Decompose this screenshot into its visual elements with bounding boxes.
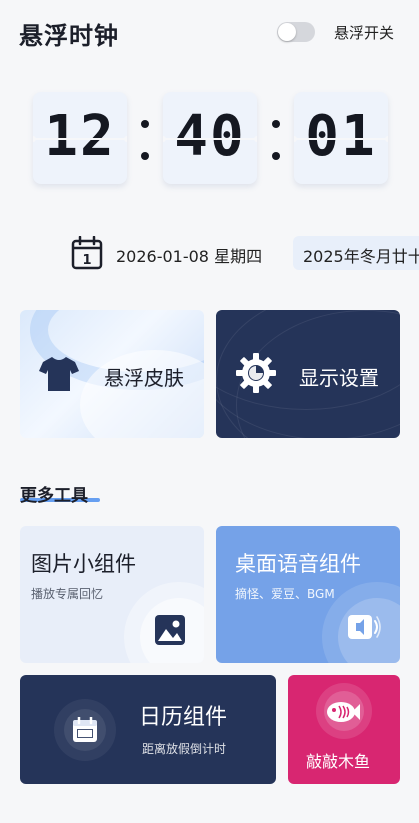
picture-widget-subtitle: 播放专属回忆 (31, 587, 104, 601)
calendar-widget-subtitle: 距离放假倒计时 (142, 742, 227, 756)
voice-widget-subtitle: 摘怪、爱豆、BGM (235, 587, 335, 601)
more-tools-title: 更多工具 (20, 486, 88, 506)
gregorian-date: 2026-01-08 星期四 (116, 247, 263, 266)
lunar-date: 2025年冬月廿十 (303, 247, 419, 266)
calendar-widget-title: 日历组件 (139, 705, 228, 730)
float-toggle-switch[interactable] (277, 22, 315, 42)
minutes-digits: 40 (174, 104, 246, 169)
wooden-fish-label: 敲敲木鱼 (306, 752, 371, 771)
calendar-icon: 1 (71, 236, 103, 270)
picture-widget-title: 图片小组件 (31, 552, 136, 576)
app-title: 悬浮时钟 (19, 22, 119, 50)
seconds-card: 01 (294, 92, 388, 184)
voice-widget-icon (348, 615, 381, 639)
date-row: 1 2026-01-08 星期四 2025年冬月廿十 (0, 234, 419, 274)
header-bar: 悬浮时钟 悬浮开关 (0, 0, 419, 66)
svg-text:1: 1 (82, 253, 91, 268)
calendar-widget-icon (73, 717, 97, 742)
float-skin-label: 悬浮皮肤 (104, 366, 184, 390)
flip-clock: 12 40 01 (0, 88, 419, 188)
minutes-card: 40 (163, 92, 257, 184)
seconds-digits: 01 (305, 104, 377, 169)
display-settings-label: 显示设置 (299, 366, 379, 390)
image-icon (155, 615, 185, 645)
hours-digits: 12 (44, 104, 116, 169)
clock-colon (140, 118, 150, 168)
tshirt-icon (39, 357, 79, 391)
clock-colon (271, 118, 281, 168)
gear-icon (236, 353, 276, 393)
lunar-date-chip: 2025年冬月廿十 (293, 236, 419, 270)
toggle-knob (278, 23, 296, 41)
hours-card: 12 (33, 92, 127, 184)
float-toggle-label: 悬浮开关 (334, 24, 395, 42)
voice-widget-title: 桌面语音组件 (235, 552, 361, 576)
fish-icon (327, 702, 360, 722)
